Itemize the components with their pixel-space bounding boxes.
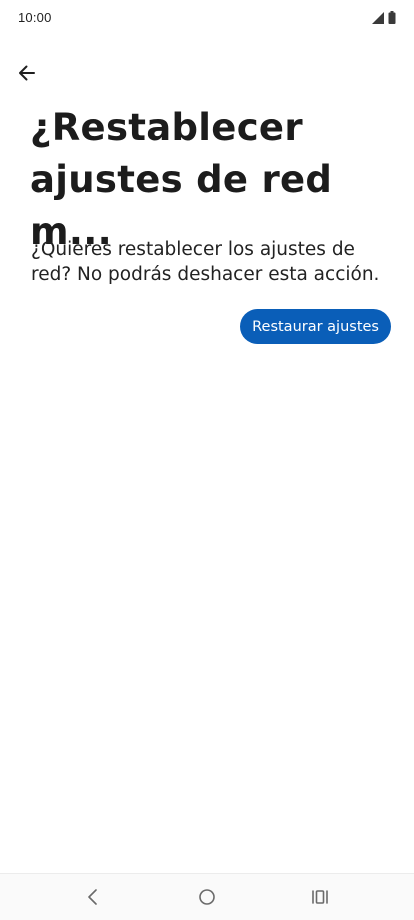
navigation-bar xyxy=(0,873,414,920)
signal-icon xyxy=(372,12,384,24)
status-icons xyxy=(372,11,396,24)
status-time: 10:00 xyxy=(18,10,52,25)
nav-back-icon xyxy=(88,889,97,905)
nav-home-icon xyxy=(199,889,215,905)
nav-recents-button[interactable] xyxy=(290,874,350,920)
battery-icon xyxy=(388,11,396,24)
status-bar: 10:00 xyxy=(0,0,414,36)
arrow-left-icon xyxy=(19,65,35,81)
nav-back-button[interactable] xyxy=(63,874,123,920)
nav-recents-icon xyxy=(312,890,328,904)
description-text: ¿Quieres restablecer los ajustes de red?… xyxy=(31,239,380,285)
restore-settings-button[interactable]: Restaurar ajustes xyxy=(240,309,391,344)
back-button[interactable] xyxy=(12,58,42,88)
page-title: ¿Restablecer ajustes de red m... xyxy=(30,106,333,253)
nav-home-button[interactable] xyxy=(177,874,237,920)
